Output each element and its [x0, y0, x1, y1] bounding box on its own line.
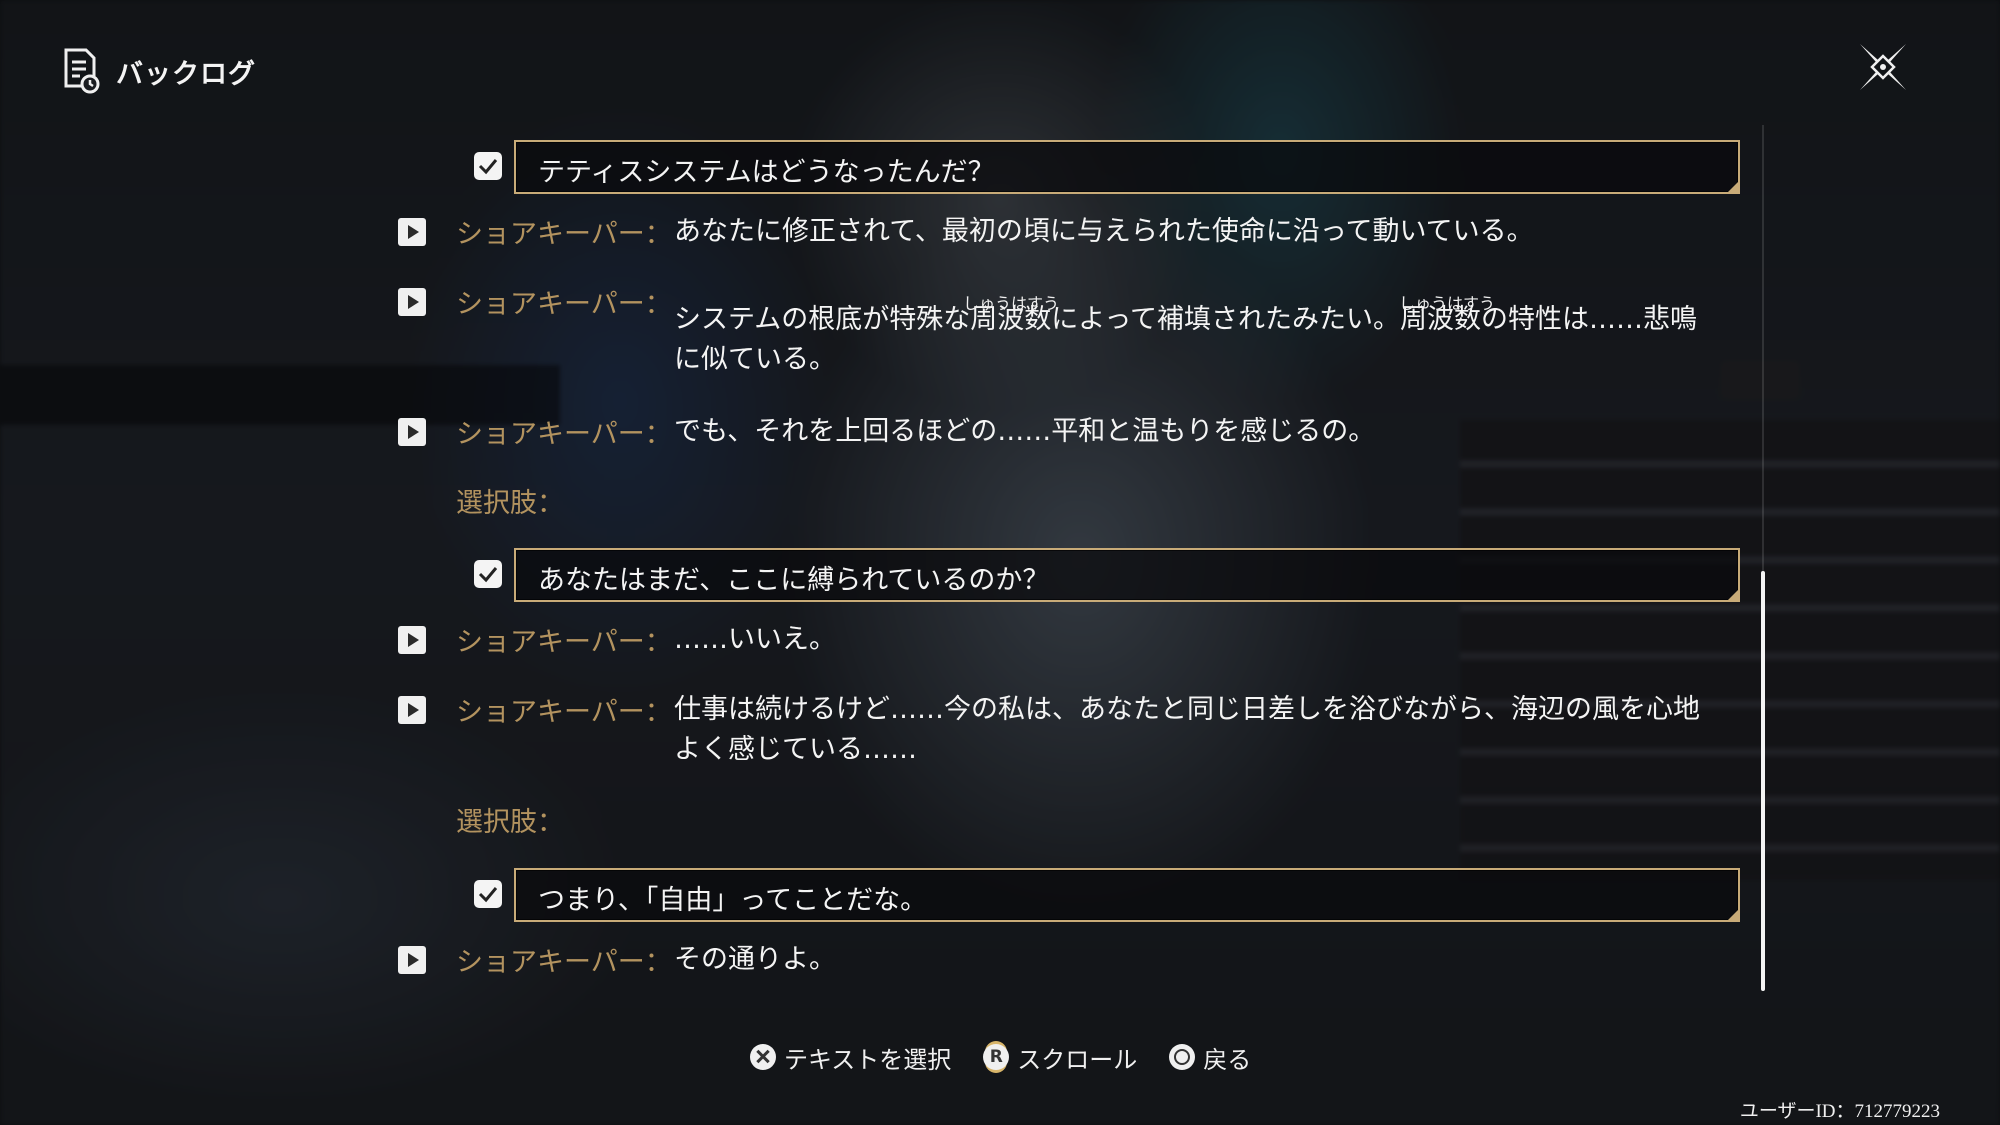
choice-entry: テティスシステムはどうなったんだ？	[470, 140, 1740, 194]
scrollbar-thumb[interactable]	[1761, 571, 1765, 991]
close-x-icon	[1860, 44, 1906, 90]
choice-box[interactable]: つまり、「自由」ってことだな。	[514, 868, 1740, 922]
choice-label: 選択肢：	[456, 488, 564, 519]
page-title: バックログ	[116, 58, 256, 90]
ruby-annotation: しゅうはすう	[1399, 294, 1496, 313]
dialogue-text[interactable]: しゅうはすう しゅうはすう システムの根底が特殊な周波数によって補填されたみたい…	[674, 294, 1724, 380]
speaker-name: ショアキーパー：	[456, 419, 672, 450]
voice-play-button[interactable]	[398, 626, 426, 654]
voice-play-button[interactable]	[398, 418, 426, 446]
choice-checkbox[interactable]	[474, 560, 502, 588]
user-id: ユーザーID：712779223	[1739, 1101, 1940, 1122]
back-label: 戻る	[1203, 1045, 1252, 1074]
choice-entry: あなたはまだ、ここに縛られているのか？	[470, 548, 1740, 602]
dialogue-text[interactable]: 仕事は続けるけど……今の私は、あなたと同じ日差しを浴びながら、海辺の風を心地 よ…	[674, 690, 1724, 770]
dialogue-text[interactable]: その通りよ。	[674, 940, 1724, 980]
choice-checkbox[interactable]	[474, 152, 502, 180]
voice-play-button[interactable]	[398, 218, 426, 246]
speaker-name: ショアキーパー：	[456, 697, 672, 728]
choice-entry: つまり、「自由」ってことだな。	[470, 868, 1740, 922]
dialogue-text-line: 仕事は続けるけど……今の私は、あなたと同じ日差しを浴びながら、海辺の風を心地	[674, 694, 1700, 725]
speaker-name: ショアキーパー：	[456, 627, 672, 658]
cross-button-icon	[750, 1044, 776, 1070]
choice-box[interactable]: テティスシステムはどうなったんだ？	[514, 140, 1740, 194]
choice-text: つまり、「自由」ってことだな。	[538, 885, 928, 916]
select-text-hint[interactable]: テキストを選択	[750, 1040, 951, 1075]
checkmark-icon	[478, 159, 498, 175]
speaker-name: ショアキーパー：	[456, 219, 672, 250]
control-hints: テキストを選択 R スクロール 戻る	[750, 1040, 1283, 1074]
circle-button-icon	[1169, 1044, 1196, 1070]
dialogue-text-line: システムの根底が特殊な周波数によって補填されたみたい。周波数の特性は……悲鳴	[674, 304, 1698, 335]
scroll-label: スクロール	[1017, 1045, 1138, 1074]
choice-checkbox[interactable]	[474, 880, 502, 908]
select-text-label: テキストを選択	[784, 1045, 952, 1074]
dialogue-text-line: に似ている。	[674, 344, 836, 375]
dialogue-text-line: よく感じている……	[674, 734, 917, 765]
choice-text: あなたはまだ、ここに縛られているのか？	[538, 565, 1050, 596]
speaker-name: ショアキーパー：	[456, 947, 672, 978]
choice-text: テティスシステムはどうなったんだ？	[538, 157, 995, 188]
backlog-header: バックログ	[62, 48, 256, 94]
voice-play-button[interactable]	[398, 288, 426, 316]
voice-play-button[interactable]	[398, 946, 426, 974]
checkmark-icon	[478, 887, 498, 903]
backlog-document-icon	[64, 48, 100, 94]
scroll-hint[interactable]: R スクロール	[983, 1040, 1137, 1075]
speaker-name: ショアキーパー：	[456, 289, 672, 320]
back-hint[interactable]: 戻る	[1169, 1040, 1251, 1075]
checkmark-icon	[478, 567, 498, 583]
choice-label: 選択肢：	[456, 807, 564, 838]
close-button[interactable]	[1856, 40, 1910, 94]
right-stick-icon: R	[983, 1044, 1010, 1070]
dialogue-text[interactable]: ……いいえ。	[674, 620, 1724, 660]
dialogue-text[interactable]: あなたに修正されて、最初の頃に与えられた使命に沿って動いている。	[674, 212, 1724, 252]
dialogue-text[interactable]: でも、それを上回るほどの……平和と温もりを感じるの。	[674, 412, 1724, 452]
voice-play-button[interactable]	[398, 696, 426, 724]
ruby-annotation: しゅうはすう	[963, 294, 1060, 313]
choice-box[interactable]: あなたはまだ、ここに縛られているのか？	[514, 548, 1740, 602]
